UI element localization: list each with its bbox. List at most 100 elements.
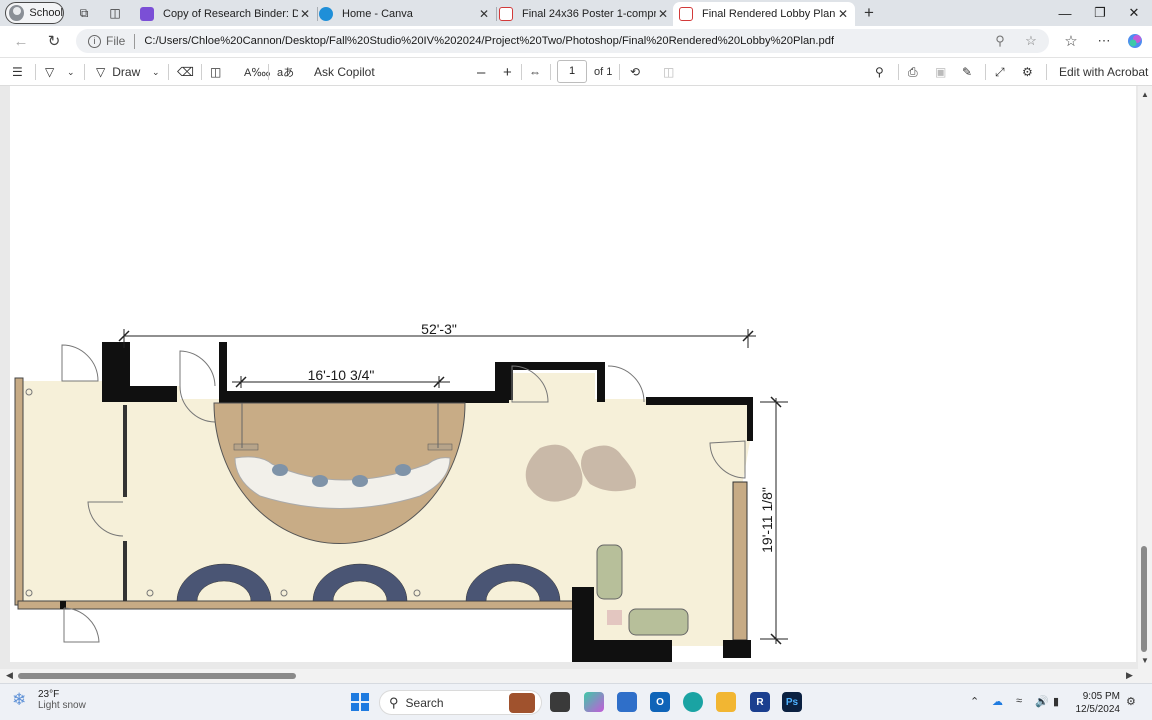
print-icon[interactable]: ⎙ (908, 63, 918, 81)
save-as-icon[interactable]: ✎ (962, 63, 972, 81)
navigation-bar: ← ↻ i File C:/Users/Chloe%20Cannon/Deskt… (0, 26, 1152, 56)
notifications-icon[interactable]: ⚙ (1126, 695, 1136, 708)
vertical-scroll-thumb[interactable] (1141, 546, 1147, 652)
store-icon[interactable] (617, 692, 637, 712)
show-hidden-icons-icon[interactable]: ⌃ (970, 695, 979, 708)
rotate-icon[interactable]: ⟲ (630, 63, 640, 81)
fit-page-icon[interactable]: ⇔ (529, 63, 541, 81)
search-label: Search (405, 695, 444, 710)
taskbar: ❄ 23°F Light snow ⚲ Search O R Ps ⌃ ☁ ≈ … (0, 683, 1152, 720)
pdf-favicon-icon (499, 7, 513, 21)
tab-title: Final Rendered Lobby Plan.pdf (702, 8, 836, 20)
draw-icon: ▽ (96, 65, 106, 79)
restore-icon[interactable]: ❐ (1085, 3, 1115, 23)
scheme-label: File (106, 34, 126, 48)
windows-logo-icon (351, 693, 369, 711)
new-tab-icon[interactable]: + (861, 3, 877, 22)
back-icon[interactable]: ← (10, 31, 32, 51)
avatar-icon (9, 5, 25, 21)
copilot-icon[interactable] (1124, 31, 1146, 51)
url-text[interactable]: C:/Users/Chloe%20Cannon/Desktop/Fall%20S… (144, 35, 834, 47)
weather-condition: Light snow (38, 700, 86, 711)
close-tab-icon[interactable]: ✕ (656, 7, 670, 21)
date: 12/5/2024 (1075, 704, 1121, 715)
address-bar[interactable]: i File C:/Users/Chloe%20Cannon/Desktop/F… (76, 29, 1049, 53)
favorite-star-icon[interactable]: ☆ (1022, 32, 1040, 50)
horizontal-scrollbar[interactable]: ◀ ▶ (0, 669, 1152, 683)
wifi-icon[interactable]: ≈ (1016, 695, 1022, 707)
fullscreen-icon[interactable]: ⤢ (995, 63, 1005, 81)
edit-with-acrobat-button[interactable]: Edit with Acrobat (1059, 63, 1148, 81)
minimize-icon[interactable]: — (1050, 3, 1080, 23)
contents-icon[interactable]: ☰ (12, 63, 23, 81)
lounge-chair-1 (596, 544, 623, 600)
pdf-toolbar: ☰ ▽ ⌄ ▽ Draw ⌄ ⌫ ◫ A‱ aあ Ask Copilot – +… (0, 57, 1152, 86)
edge-icon[interactable] (683, 692, 703, 712)
pdf-favicon-icon (679, 7, 693, 21)
highlight-icon[interactable]: ▽ (45, 63, 54, 81)
settings-gear-icon[interactable]: ⚙ (1022, 63, 1033, 81)
save-icon[interactable]: ▣ (935, 63, 946, 81)
tab-title: Home - Canva (342, 8, 413, 20)
draw-button[interactable]: ▽ Draw (96, 63, 140, 81)
text-box-icon[interactable]: ◫ (210, 63, 221, 81)
scroll-down-icon[interactable]: ▼ (1141, 656, 1149, 665)
close-window-icon[interactable]: ✕ (1119, 3, 1149, 23)
highlight-dropdown-icon[interactable]: ⌄ (67, 63, 75, 81)
copilot-app-icon[interactable] (584, 692, 604, 712)
revit-icon[interactable]: R (750, 692, 770, 712)
favorites-icon[interactable]: ☆ (1060, 31, 1082, 51)
workspaces-icon[interactable]: ⧉ (76, 5, 92, 21)
zoom-out-icon[interactable]: – (477, 63, 485, 81)
pdf-page: 52'-3" 16'-10 3/4" 19'-11 1/8" (10, 86, 1136, 662)
lounge-chair-2 (628, 608, 689, 636)
more-options-icon[interactable]: ⋯ (1093, 31, 1115, 51)
pdf-viewer: 52'-3" 16'-10 3/4" 19'-11 1/8" ▲ ▼ (0, 86, 1152, 670)
scroll-right-icon[interactable]: ▶ (1126, 670, 1133, 681)
page-view-icon[interactable]: ◫ (663, 63, 674, 81)
read-aloud-icon[interactable]: A‱ (244, 63, 270, 81)
onedrive-icon[interactable]: ☁ (992, 695, 1003, 708)
tab-title: Final 24x36 Poster 1-compressed (522, 8, 656, 20)
outlook-icon[interactable]: O (650, 692, 670, 712)
tab-poster-pdf[interactable]: Final 24x36 Poster 1-compressed ✕ (493, 2, 675, 26)
erase-icon[interactable]: ⌫ (177, 63, 194, 81)
weather-widget[interactable]: ❄ 23°F Light snow (12, 689, 86, 711)
tab-lobby-plan-pdf[interactable]: Final Rendered Lobby Plan.pdf ✕ (673, 2, 855, 26)
photoshop-icon[interactable]: Ps (782, 692, 802, 712)
translate-icon[interactable]: aあ (277, 63, 294, 81)
tab-canva[interactable]: Home - Canva ✕ (313, 2, 497, 26)
close-tab-icon[interactable]: ✕ (477, 7, 491, 21)
canva-favicon-icon (319, 7, 333, 21)
clock[interactable]: 9:05 PM 12/5/2024 (1074, 690, 1121, 716)
volume-icon[interactable]: 🔊 (1035, 695, 1049, 708)
find-icon[interactable]: ⚲ (875, 63, 884, 81)
dimension-overall-width: 52'-3" (421, 321, 457, 337)
page-number-input[interactable]: 1 (557, 60, 587, 83)
horizontal-scroll-thumb[interactable] (18, 673, 296, 679)
vertical-tabs-icon[interactable]: ◫ (107, 5, 123, 21)
refresh-icon[interactable]: ↻ (43, 31, 65, 51)
close-tab-icon[interactable]: ✕ (836, 7, 850, 21)
tab-title: Copy of Research Binder: Denver (163, 8, 298, 20)
task-view-icon[interactable] (550, 692, 570, 712)
site-info-icon[interactable]: i (88, 34, 101, 48)
battery-icon[interactable]: ▮ (1053, 695, 1059, 708)
scroll-up-icon[interactable]: ▲ (1141, 90, 1149, 99)
draw-dropdown-icon[interactable]: ⌄ (152, 63, 160, 81)
ask-copilot-button[interactable]: Ask Copilot (314, 63, 375, 81)
taskbar-search[interactable]: ⚲ Search (379, 690, 542, 715)
snow-icon: ❄ (12, 690, 27, 709)
close-tab-icon[interactable]: ✕ (298, 7, 312, 21)
file-explorer-icon[interactable] (716, 692, 736, 712)
dimension-counter-width: 16'-10 3/4" (308, 367, 375, 383)
page-count: of 1 (594, 66, 613, 78)
tab-research-binder[interactable]: Copy of Research Binder: Denver ✕ (134, 2, 318, 26)
zoom-in-icon[interactable]: + (503, 63, 512, 81)
scroll-left-icon[interactable]: ◀ (6, 670, 13, 681)
vertical-scrollbar[interactable]: ▲ ▼ (1138, 86, 1152, 670)
zoom-icon[interactable]: ⚲ (991, 32, 1009, 50)
profile-label: School (29, 7, 63, 19)
start-button[interactable] (350, 692, 370, 712)
profile-button[interactable]: School (5, 2, 64, 24)
